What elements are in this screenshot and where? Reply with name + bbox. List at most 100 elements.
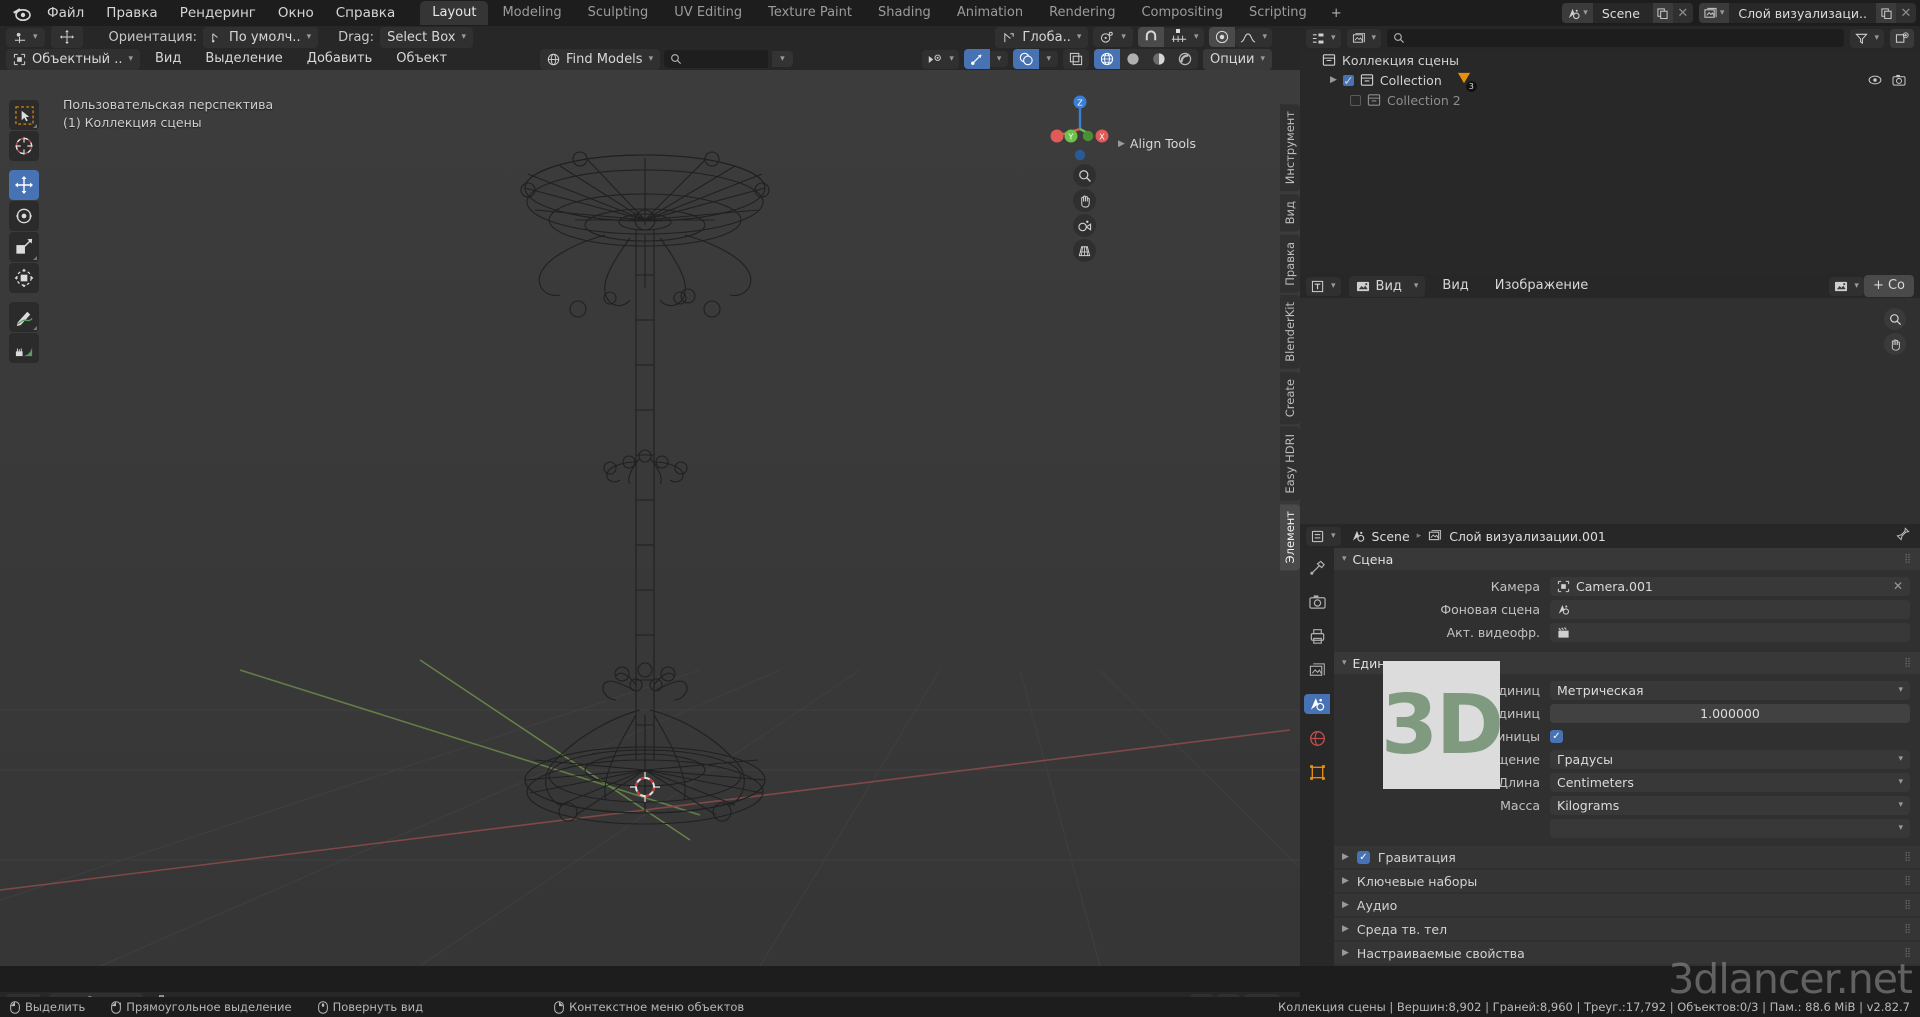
falloff-dropdown[interactable]: ▾ [1235, 27, 1272, 47]
viewport-menu-object[interactable]: Объект [387, 48, 456, 70]
image-menu-image[interactable]: Изображение [1486, 275, 1597, 297]
blenderkit-search-input[interactable] [664, 50, 769, 68]
cursor-tool[interactable] [9, 131, 39, 161]
magnet-icon[interactable] [1137, 27, 1164, 47]
eye-icon[interactable] [1868, 74, 1882, 86]
tab-modeling[interactable]: Modeling [490, 1, 573, 25]
find-models-dropdown[interactable]: Find Models ▾ [540, 48, 661, 70]
ntab-blenderkit[interactable]: BlenderKit [1280, 295, 1300, 370]
shading-wireframe-button[interactable] [1093, 49, 1120, 69]
tab-texture-paint[interactable]: Texture Paint [756, 1, 864, 25]
time-units-dropdown[interactable]: ▾ [1550, 818, 1910, 838]
unit-system-dropdown[interactable]: Метрическая ▾ [1550, 680, 1910, 700]
duplicate-icon[interactable] [1876, 3, 1896, 23]
align-tools-panel[interactable]: ▶ Align Tools [1118, 136, 1196, 151]
gizmo-dropdown[interactable]: ▾ [989, 51, 1009, 67]
scene-name[interactable]: Scene [1592, 3, 1653, 23]
new-collection-button[interactable] [1890, 28, 1914, 48]
drag-dropdown[interactable]: Select Box ▾ [380, 26, 473, 48]
transform-orientation-dropdown[interactable]: Глоба.. ▾ [995, 26, 1089, 48]
tab-compositing[interactable]: Compositing [1129, 1, 1235, 25]
gravity-checkbox[interactable]: ✓ [1356, 850, 1370, 864]
active-clip-field[interactable] [1550, 622, 1910, 642]
view-layer-selector[interactable]: ▾ Слой визуализаци.. ✕ [1698, 3, 1916, 23]
outliner-search-input[interactable] [1387, 29, 1845, 47]
tab-object[interactable] [1307, 762, 1327, 782]
tab-render[interactable] [1307, 592, 1327, 612]
new-image-button[interactable]: + Со [1863, 275, 1914, 297]
snap-move-icon[interactable] [50, 26, 83, 48]
tab-animation[interactable]: Animation [945, 1, 1035, 25]
blenderkit-search-dropdown[interactable]: ▾ [772, 51, 793, 67]
menu-help[interactable]: Справка [325, 2, 406, 24]
expand-arrow-icon[interactable]: ▶ [1330, 75, 1337, 85]
ntab-view[interactable]: Вид [1280, 194, 1300, 232]
perspective-toggle-icon[interactable] [1073, 239, 1096, 262]
tab-tool[interactable] [1307, 558, 1327, 578]
properties-editor-type-button[interactable]: ▾ [1306, 526, 1341, 546]
clear-camera-icon[interactable]: ✕ [1893, 579, 1903, 593]
measure-tool[interactable] [9, 333, 39, 363]
shading-rendered-button[interactable] [1172, 49, 1198, 69]
xray-toggle[interactable] [1062, 49, 1089, 69]
unit-scale-input[interactable]: 1.000000 [1550, 703, 1910, 723]
mass-units-dropdown[interactable]: Kilograms ▾ [1550, 795, 1910, 815]
background-scene-field[interactable] [1550, 599, 1910, 619]
image-editor-mode-dropdown[interactable]: Вид ▾ [1348, 275, 1426, 297]
close-icon[interactable]: ✕ [1673, 3, 1693, 23]
view-layer-icon[interactable]: ▾ [1698, 3, 1730, 23]
transform-tool[interactable] [9, 263, 39, 293]
hand-pan-icon[interactable] [1073, 189, 1096, 212]
scale-tool[interactable] [9, 232, 39, 262]
viewport-options-dropdown[interactable]: Опции ▾ [1202, 48, 1272, 70]
outliner-filter-button[interactable]: ▾ [1850, 28, 1884, 48]
collection-checkbox[interactable]: ✓ [1342, 73, 1354, 88]
snap-increment-dropdown[interactable]: ▾ [1163, 27, 1205, 47]
camera-view-icon[interactable] [1073, 214, 1096, 237]
menu-window[interactable]: Окно [267, 2, 325, 24]
overlays-dropdown[interactable]: ▾ [1039, 51, 1058, 67]
rotate-tool[interactable] [9, 201, 39, 231]
tab-output[interactable] [1307, 626, 1327, 646]
object-visibility-dropdown[interactable]: ▾ [922, 49, 959, 69]
menu-file[interactable]: Файл [36, 2, 95, 24]
add-workspace-button[interactable]: + [1321, 2, 1352, 25]
navigation-gizmo[interactable]: Z X Y [1043, 92, 1117, 166]
audio-panel-header[interactable]: ▶ Аудио ⣿ [1334, 894, 1920, 916]
zoom-icon[interactable] [1884, 308, 1906, 330]
proportional-edit-icon[interactable] [1209, 27, 1236, 47]
scene-selector[interactable]: ▾ Scene ✕ [1562, 3, 1693, 23]
ntab-create[interactable]: Create [1280, 372, 1300, 425]
ntab-easy-hdri[interactable]: Easy HDRI [1280, 427, 1300, 501]
camera-field[interactable]: Camera.001 ✕ [1550, 576, 1910, 596]
gravity-panel-header[interactable]: ▶ ✓ Гравитация ⣿ [1334, 846, 1920, 868]
keying-sets-panel-header[interactable]: ▶ Ключевые наборы ⣿ [1334, 870, 1920, 892]
tab-shading[interactable]: Shading [866, 1, 943, 25]
length-units-dropdown[interactable]: Centimeters ▾ [1550, 772, 1910, 792]
viewport-menu-view[interactable]: Вид [146, 48, 190, 70]
tab-rendering[interactable]: Rendering [1037, 1, 1127, 25]
separate-units-checkbox[interactable]: ✓ [1550, 729, 1563, 743]
tab-scripting[interactable]: Scripting [1237, 1, 1319, 25]
tab-view-layer[interactable] [1307, 660, 1327, 680]
transform-pivot-button[interactable]: ▾ [6, 27, 45, 47]
breadcrumb-view-layer[interactable]: Слой визуализации.001 [1449, 529, 1606, 544]
tab-sculpting[interactable]: Sculpting [576, 1, 661, 25]
blender-logo-icon[interactable] [6, 5, 36, 21]
tab-uv-editing[interactable]: UV Editing [662, 1, 754, 25]
viewport-menu-select[interactable]: Выделение [196, 48, 291, 70]
move-tool[interactable] [9, 170, 39, 200]
annotate-tool[interactable] [9, 302, 39, 332]
outliner-row-collection-2[interactable]: Collection 2 [1300, 90, 1920, 110]
hand-pan-icon[interactable] [1884, 333, 1906, 355]
shading-material-button[interactable] [1146, 49, 1172, 69]
ntab-tool[interactable]: Инструмент [1280, 104, 1300, 192]
outliner-editor-type-button[interactable]: ▾ [1306, 28, 1341, 48]
pivot-point-dropdown[interactable]: ▾ [1093, 27, 1133, 47]
outliner-row-scene-collection[interactable]: Коллекция сцены [1300, 50, 1920, 70]
duplicate-icon[interactable] [1652, 3, 1673, 23]
ntab-edit[interactable]: Правка [1280, 234, 1300, 293]
view-layer-name[interactable]: Слой визуализаци.. [1729, 3, 1876, 23]
orientation-dropdown[interactable]: По умолч.. ▾ [203, 26, 319, 48]
gizmo-toggle[interactable] [963, 49, 990, 69]
